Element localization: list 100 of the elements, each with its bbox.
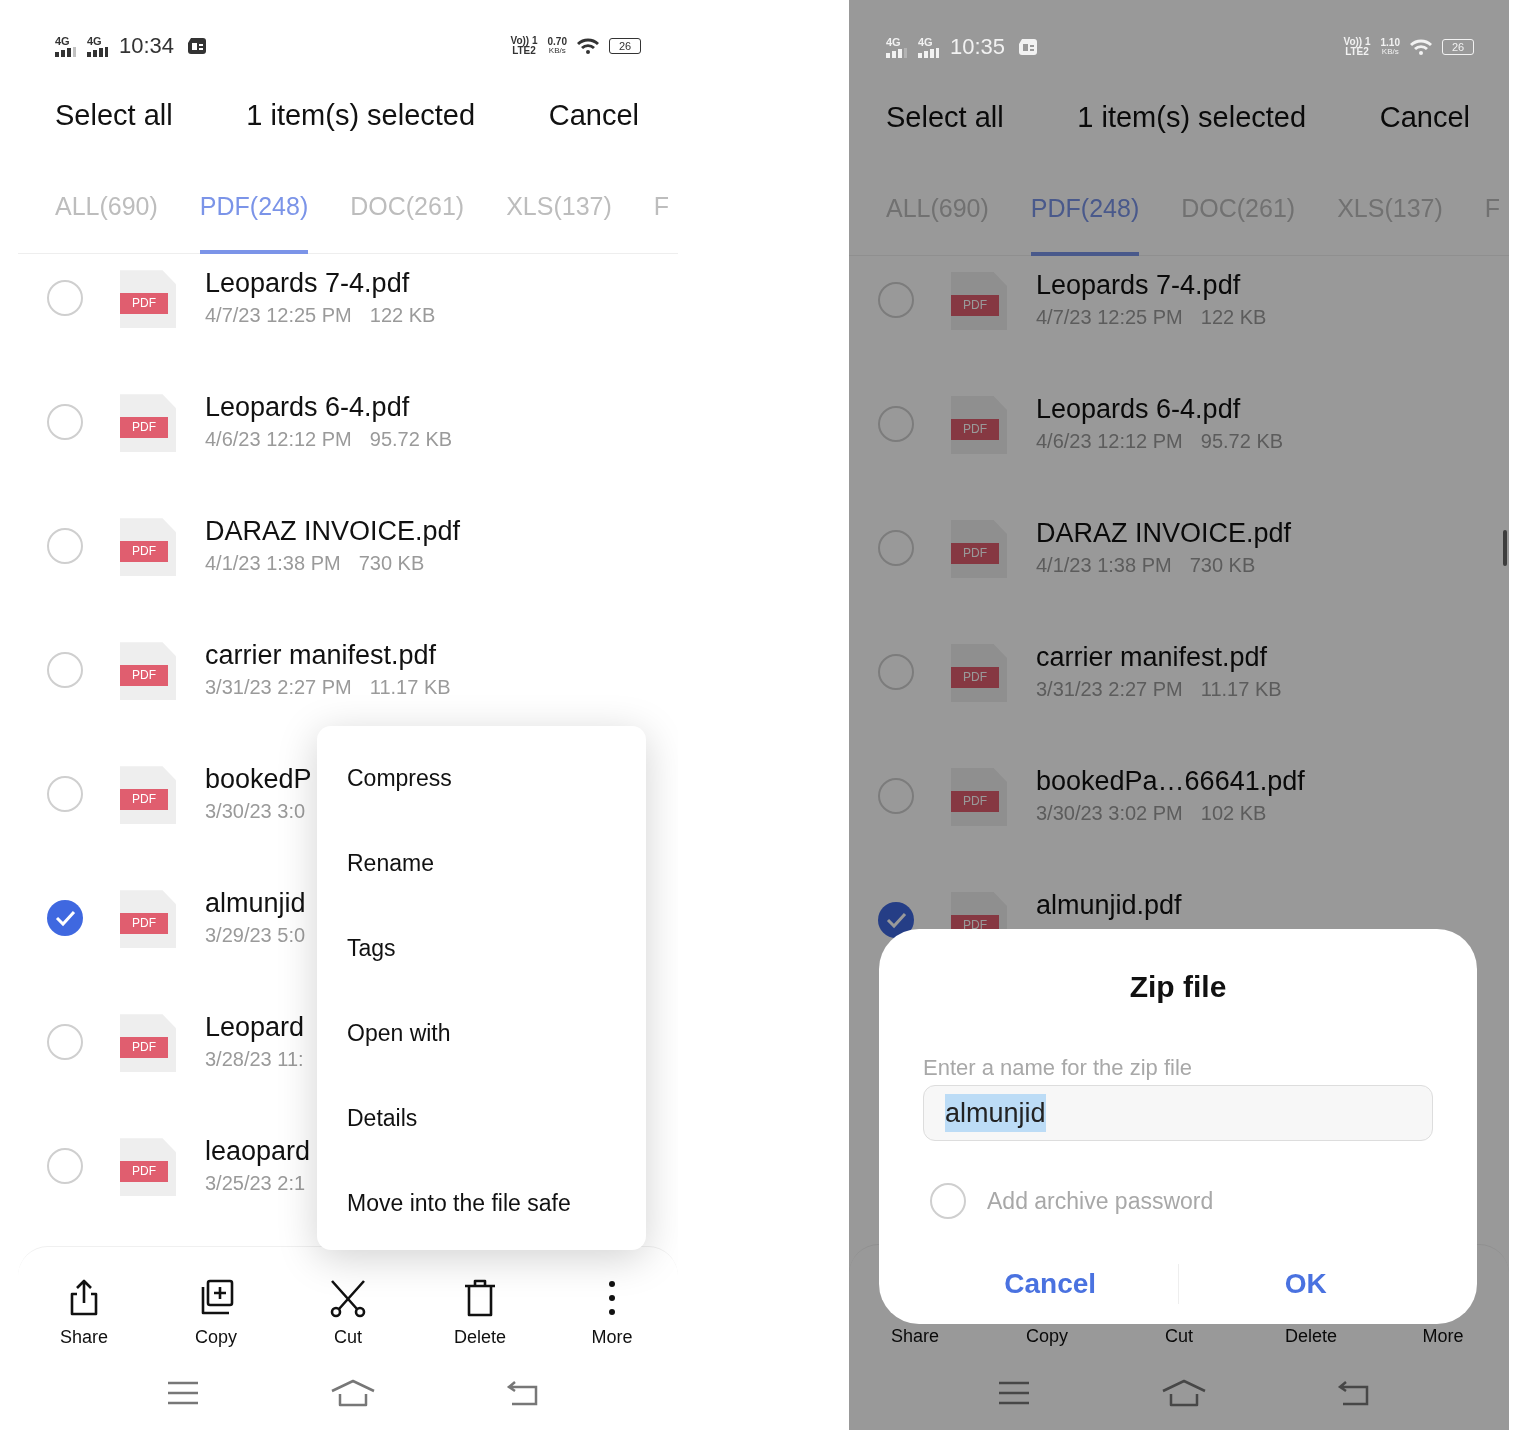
- cancel-button[interactable]: Cancel: [1379, 100, 1470, 134]
- file-name[interactable]: Leopards 7-4.pdf: [205, 266, 436, 301]
- file-size: 730 KB: [358, 552, 425, 576]
- radio-button[interactable]: [929, 1182, 967, 1220]
- dialog-title: Zip file: [1129, 969, 1227, 1005]
- file-name[interactable]: DARAZ INVOICE.pdf: [205, 514, 461, 549]
- file-date: 3/31/23 2:27 PM: [1036, 678, 1183, 701]
- checked-circle-icon[interactable]: [46, 899, 84, 938]
- home-icon[interactable]: [1161, 1378, 1206, 1407]
- pdf-file-icon: PDF: [951, 644, 1007, 702]
- volte-label: Vo)) 1: [510, 36, 538, 47]
- back-icon[interactable]: [506, 1378, 538, 1407]
- menu-item[interactable]: Details: [347, 1076, 646, 1161]
- toolbar-label[interactable]: Copy: [195, 1325, 237, 1348]
- file-name[interactable]: carrier manifest.pdf: [205, 638, 451, 673]
- select-all-button[interactable]: Select all: [886, 100, 1004, 134]
- select-all-button[interactable]: Select all: [55, 99, 173, 133]
- unchecked-circle-icon[interactable]: [877, 777, 915, 815]
- file-name[interactable]: almunjid: [205, 886, 306, 921]
- unchecked-circle-icon[interactable]: [46, 527, 84, 566]
- toolbar-label[interactable]: Copy: [1026, 1325, 1068, 1347]
- selection-count: 1 item(s) selected: [1077, 100, 1307, 134]
- pdf-file-icon: PDF: [951, 396, 1007, 454]
- back-icon[interactable]: [1337, 1378, 1369, 1407]
- speed-unit: KB/s: [548, 47, 566, 56]
- file-name[interactable]: carrier manifest.pdf: [1036, 640, 1282, 674]
- scroll-indicator: [1503, 530, 1507, 566]
- cancel-button[interactable]: Cancel: [548, 99, 639, 133]
- file-name[interactable]: DARAZ INVOICE.pdf: [1036, 516, 1292, 550]
- file-name[interactable]: Leopards 6-4.pdf: [1036, 392, 1284, 426]
- file-name[interactable]: bookedP: [205, 762, 312, 797]
- menu-item[interactable]: Compress: [347, 736, 646, 821]
- menu-icon[interactable]: [998, 1380, 1030, 1405]
- lte-label: LTE2: [1345, 47, 1369, 57]
- file-size: 730 KB: [1189, 554, 1256, 577]
- sim-card-icon: [188, 38, 207, 55]
- file-name[interactable]: leaopard: [205, 1134, 311, 1169]
- unchecked-circle-icon[interactable]: [46, 775, 84, 814]
- lte-label: LTE2: [512, 46, 536, 57]
- file-size: 11.17 KB: [369, 676, 451, 700]
- unchecked-circle-icon[interactable]: [877, 405, 915, 443]
- field-label: Enter a name for the zip file: [923, 1055, 1194, 1081]
- unchecked-circle-icon[interactable]: [877, 281, 915, 319]
- file-size: 95.72 KB: [369, 428, 453, 452]
- file-date: 4/6/23 12:12 PM: [205, 428, 352, 452]
- menu-icon[interactable]: [167, 1380, 199, 1405]
- menu-item[interactable]: Rename: [347, 821, 646, 906]
- network-type-label: 4G: [87, 35, 102, 47]
- menu-item[interactable]: Move into the file safe: [347, 1161, 646, 1246]
- file-date: 4/6/23 12:12 PM: [1036, 430, 1183, 453]
- home-icon[interactable]: [330, 1378, 375, 1407]
- unchecked-circle-icon[interactable]: [877, 529, 915, 567]
- sim-card-icon: [1019, 39, 1038, 55]
- unchecked-circle-icon[interactable]: [46, 279, 84, 318]
- file-size: 122 KB: [369, 304, 436, 328]
- pdf-file-icon: PDF: [951, 272, 1007, 330]
- checked-circle-icon[interactable]: [877, 901, 915, 939]
- menu-item[interactable]: Tags: [347, 906, 646, 991]
- toolbar-label[interactable]: Cut: [1165, 1325, 1193, 1347]
- file-size: 11.17 KB: [1200, 678, 1282, 701]
- toolbar-label[interactable]: Share: [890, 1325, 939, 1347]
- network-type-label: 4G: [918, 36, 933, 48]
- pdf-file-icon: PDF: [951, 768, 1007, 826]
- toolbar-label[interactable]: Delete: [454, 1325, 506, 1348]
- file-date: 4/1/23 1:38 PM: [205, 552, 341, 576]
- toolbar-label[interactable]: Delete: [1285, 1325, 1337, 1347]
- pdf-file-icon: PDF: [120, 890, 176, 949]
- cancel-button[interactable]: Cancel: [923, 1254, 1178, 1314]
- unchecked-circle-icon[interactable]: [46, 1023, 84, 1062]
- unchecked-circle-icon[interactable]: [46, 403, 84, 442]
- unchecked-circle-icon[interactable]: [46, 651, 84, 690]
- file-size: 95.72 KB: [1200, 430, 1284, 453]
- pdf-file-icon: PDF: [951, 520, 1007, 578]
- toolbar-label[interactable]: More: [591, 1325, 633, 1348]
- zip-name-field[interactable]: almunjid: [923, 1085, 1433, 1141]
- wifi-icon: [1410, 39, 1432, 55]
- file-date: 4/7/23 12:25 PM: [1036, 306, 1183, 329]
- menu-item[interactable]: Open with: [347, 991, 646, 1076]
- file-date: 4/7/23 12:25 PM: [205, 304, 352, 328]
- ok-button[interactable]: OK: [1178, 1254, 1433, 1314]
- file-date: 4/1/23 1:38 PM: [1036, 554, 1172, 577]
- file-date: 3/31/23 2:27 PM: [205, 676, 352, 700]
- file-date: 3/25/23 2:1: [205, 1172, 306, 1196]
- pdf-file-icon: PDF: [120, 1014, 176, 1073]
- unchecked-circle-icon[interactable]: [877, 653, 915, 691]
- file-name[interactable]: almunjid.pdf: [1036, 888, 1182, 922]
- unchecked-circle-icon[interactable]: [46, 1147, 84, 1186]
- file-name[interactable]: Leopards 6-4.pdf: [205, 390, 453, 425]
- network-type-label: 4G: [886, 36, 901, 48]
- signal-icon: [918, 47, 940, 58]
- file-name[interactable]: Leopard: [205, 1010, 305, 1045]
- toolbar-label[interactable]: Cut: [334, 1325, 362, 1348]
- pdf-file-icon: PDF: [120, 1138, 176, 1197]
- signal-icon: [886, 47, 908, 58]
- volte-label: Vo)) 1: [1343, 37, 1371, 47]
- toolbar-label[interactable]: More: [1422, 1325, 1464, 1347]
- file-name[interactable]: bookedPa…66641.pdf: [1036, 764, 1305, 798]
- file-name[interactable]: Leopards 7-4.pdf: [1036, 268, 1267, 302]
- toolbar-label[interactable]: Share: [59, 1325, 108, 1348]
- battery-indicator: 26: [1442, 39, 1474, 55]
